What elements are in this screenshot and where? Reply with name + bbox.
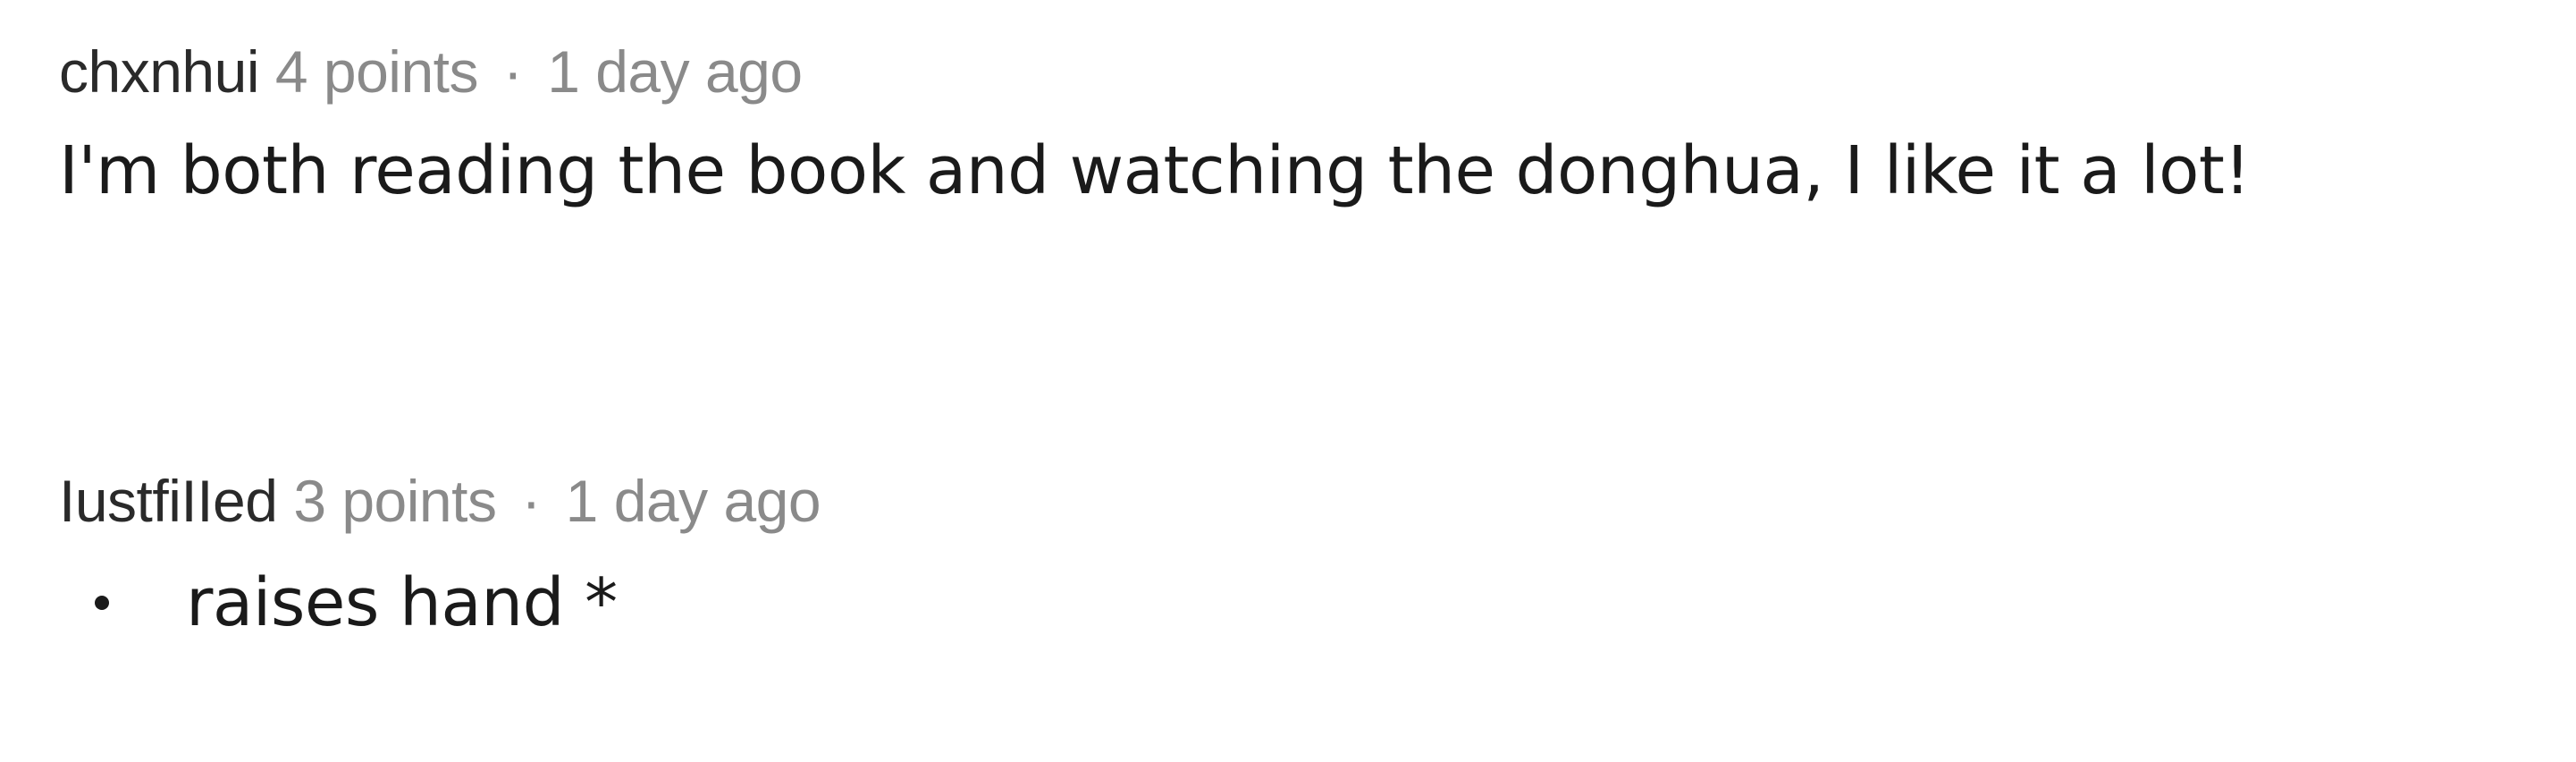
meta-separator: · bbox=[521, 468, 541, 534]
comment-body: I'm both reading the book and watching t… bbox=[59, 132, 2251, 209]
comment: IustfiIIed 3 points · 1 day ago raises h… bbox=[59, 465, 2576, 644]
bullet-icon bbox=[95, 596, 109, 610]
comment-thread: chxnhui 4 points · 1 day ago I'm both re… bbox=[0, 0, 2576, 762]
comment-author-link[interactable]: IustfiIIed bbox=[59, 468, 278, 534]
meta-separator: · bbox=[502, 38, 523, 105]
list-item-text: raises hand * bbox=[186, 564, 618, 641]
comment: chxnhui 4 points · 1 day ago I'm both re… bbox=[59, 36, 2576, 212]
comment-score: 3 points bbox=[293, 468, 497, 534]
comment-meta: IustfiIIed 3 points · 1 day ago bbox=[59, 465, 2576, 537]
comment-body-list: raises hand * bbox=[59, 562, 2576, 644]
list-item: raises hand * bbox=[59, 562, 2576, 644]
comment-timestamp[interactable]: 1 day ago bbox=[547, 38, 803, 105]
comment-timestamp[interactable]: 1 day ago bbox=[566, 468, 821, 534]
comment-author-link[interactable]: chxnhui bbox=[59, 38, 260, 105]
comment-meta: chxnhui 4 points · 1 day ago bbox=[59, 36, 2576, 107]
comment-score: 4 points bbox=[274, 38, 479, 105]
